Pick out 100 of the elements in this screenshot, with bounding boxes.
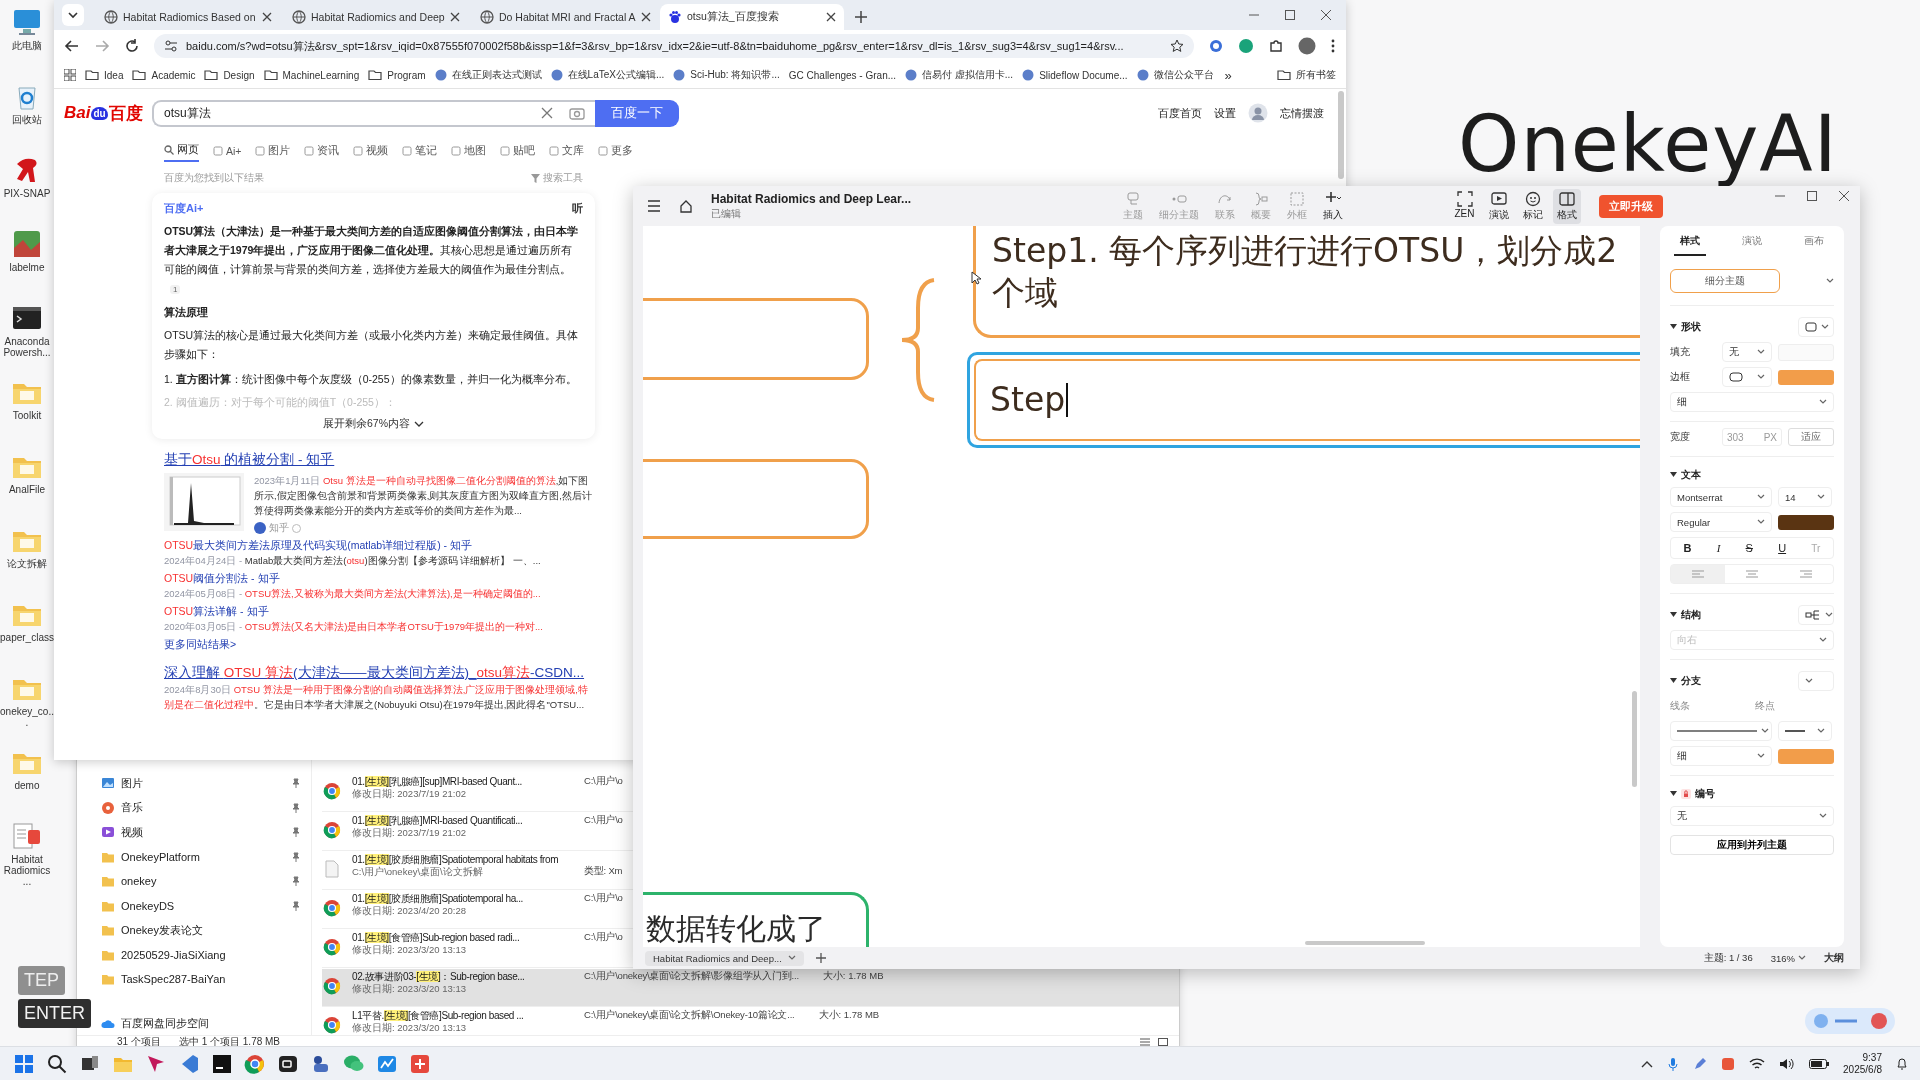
browser-tab[interactable]: otsu算法_百度搜索 <box>660 4 844 30</box>
dropdown[interactable]: 无 <box>1670 806 1834 826</box>
nav-item[interactable]: OnekeyDS <box>101 895 311 916</box>
bookmark[interactable]: Program <box>368 68 426 82</box>
format-button[interactable]: S <box>1741 542 1757 554</box>
search-tab[interactable]: 地图 <box>451 143 487 162</box>
file-row[interactable]: 01.[生境][胶质细胞瘤]Spatiotemporal ha... C:\用户\o 修改日期: 2023/4/20 20:28 <box>322 891 623 918</box>
file-row[interactable]: 01.[生境][乳腺癌][sup]MRI-based Quant... C:\用户\o 修改日期: 2023/7/19 21:02 <box>322 774 623 801</box>
clock[interactable]: 9:37 2025/6/8 <box>1843 1051 1882 1076</box>
outline-button[interactable]: 大纲 <box>1824 951 1844 965</box>
format-button[interactable]: U <box>1774 542 1791 554</box>
section-header[interactable]: 结构 <box>1670 608 1701 622</box>
bookmark[interactable]: GC Challenges - Gran... <box>788 69 897 81</box>
search-tab[interactable]: 更多 <box>598 143 634 162</box>
search-tab[interactable]: 文库 <box>549 143 585 162</box>
file-row[interactable]: L1平替.[生境][食管癌]Sub-region based ... C:\用户\onekey\桌面\论文拆解\Onekey-10篇论文... 大小: 1.78 MB 修改日期: 2023/3/20 13:13 <box>322 1008 880 1035</box>
subresult-title[interactable]: OTSU最大类间方差法原理及代码实现(matlab详细过程版) - 知乎 <box>164 539 595 553</box>
browser-tab[interactable]: Do Habitat MRI and Fractal A <box>472 4 656 30</box>
desktop-icon-label[interactable]: Toolkit <box>0 410 54 421</box>
file-row[interactable]: 01.[生境][食管癌]Sub-region based radi... C:\用户\o 修改日期: 2023/3/20 13:13 <box>322 930 623 957</box>
search-tab[interactable]: 笔记 <box>402 143 438 162</box>
file-row[interactable]: 01.[生境][胶质细胞瘤]Spatiotemporal habitats from C:\用户\onekey\桌面\论文拆解 类型: Xm <box>322 852 623 879</box>
zoom-level[interactable]: 316% <box>1770 952 1806 964</box>
expand-link[interactable]: 展开剩余67%内容 <box>164 417 583 431</box>
section-header[interactable]: 形状 <box>1670 320 1701 334</box>
bookmark[interactable]: 在线LaTeX公式编辑... <box>550 68 665 82</box>
listen-button[interactable]: 听 <box>572 201 583 216</box>
file-row[interactable]: 02.故事进阶03-[生境]：Sub-region base... C:\用户\onekey\桌面\论文拆解\影像组学从入门到... 大小: 1.78 MB 修改日期: 2023/3/20 13:13 <box>322 969 1179 1006</box>
editing-topic-node[interactable]: Step <box>967 352 1640 448</box>
weight-dropdown[interactable]: Regular <box>1670 512 1772 532</box>
bookmark[interactable]: Design <box>204 68 255 82</box>
baidu-logo[interactable]: Bai du 百度 <box>64 101 152 125</box>
format-button[interactable]: B <box>1679 542 1696 554</box>
more-bookmarks[interactable]: » <box>1224 67 1232 83</box>
header-link[interactable]: 百度首页 <box>1158 105 1202 121</box>
bookmark[interactable]: Sci-Hub: 将知识带... <box>673 68 780 82</box>
size-dropdown[interactable]: 14 <box>1778 487 1832 507</box>
search-tab[interactable]: 网页 <box>164 143 199 162</box>
desktop-icon-label[interactable]: demo <box>0 780 54 791</box>
more-results-link[interactable]: 更多同站结果> <box>164 638 595 652</box>
nav-item[interactable]: 音乐 <box>101 797 311 818</box>
browser-tab[interactable]: Habitat Radiomics Based on <box>96 4 280 30</box>
search-tab[interactable]: 资讯 <box>304 143 340 162</box>
desktop-icon-label[interactable]: labelme <box>0 262 54 273</box>
desktop-icon-label[interactable]: 此电脑 <box>0 40 54 51</box>
panel-tab[interactable]: 演说 <box>1736 234 1768 256</box>
topic-node[interactable]: Step1. 每个序列进行进行OTSU，划分成2个域 <box>973 226 1640 338</box>
user-name[interactable]: 忘情摆渡 <box>1280 105 1324 121</box>
subresult-title[interactable]: OTSU阈值分割法 - 知乎 <box>164 572 595 586</box>
subresult-title[interactable]: OTSU算法详解 - 知乎 <box>164 605 595 619</box>
bookmark[interactable]: Slideflow Docume... <box>1022 69 1128 81</box>
desktop-icon-label[interactable]: 论文拆解 <box>0 558 54 569</box>
dropdown[interactable]: 无 <box>1722 342 1772 362</box>
panel-tab[interactable]: 画布 <box>1798 234 1830 256</box>
desktop-icon-label[interactable]: AnalFile <box>0 484 54 495</box>
header-link[interactable]: 设置 <box>1214 105 1236 121</box>
nav-item[interactable]: Onekey发表论文 <box>101 920 311 941</box>
nav-item[interactable]: 20250529-JiaSiXiang <box>101 944 311 965</box>
toolbar-button[interactable]: 格式 <box>1552 188 1581 224</box>
dropdown[interactable]: 细 <box>1670 746 1772 766</box>
search-tab[interactable]: Ai+ <box>213 143 242 162</box>
dropdown[interactable]: 细 <box>1670 392 1834 412</box>
search-button[interactable]: 百度一下 <box>595 99 679 127</box>
nav-item[interactable]: 视频 <box>101 822 311 843</box>
document-tab[interactable]: Habitat Radiomics and Deep... <box>645 950 804 966</box>
bookmark[interactable]: Academic <box>132 68 196 82</box>
upgrade-button[interactable]: 立即升级 <box>1598 194 1663 218</box>
toolbar-button[interactable]: 演说 <box>1484 188 1513 224</box>
topic-style-preset[interactable]: 细分主题 <box>1670 269 1780 293</box>
desktop-icon-label[interactable]: Habitat Radiomics ... <box>0 854 54 887</box>
section-header[interactable]: 编号 <box>1670 787 1715 801</box>
bookmark[interactable]: 微信公众平台 <box>1136 68 1214 82</box>
search-tab[interactable]: 视频 <box>353 143 389 162</box>
nav-item[interactable]: TaskSpec287-BaiYan <box>101 969 311 990</box>
address-bar[interactable]: baidu.com/s?wd=otsu算法&rsv_spt=1&rsv_iqid=0x87555f070002f58b&issp=1&f=3&rsv_bp=1&rsv_idx=2&ie=utf-8&tn=baiduhome_pg&rsv_enter=1&rsv_dl=is_1&rsv_sug3=4&rsv_sug1=4&rsv... <box>154 34 1194 58</box>
nav-item[interactable]: 图片 <box>101 773 311 794</box>
font-dropdown[interactable]: Montserrat <box>1670 487 1772 507</box>
desktop-icon-label[interactable]: paper_class <box>0 632 54 643</box>
fit-button[interactable]: 适应 <box>1788 428 1834 446</box>
toolbar-button[interactable]: ZEN <box>1450 188 1479 224</box>
bookmark[interactable]: 信易付 虚拟信用卡... <box>905 68 1014 82</box>
search-tab[interactable]: 贴吧 <box>500 143 536 162</box>
desktop-icon-label[interactable]: PIX-SNAP <box>0 188 54 199</box>
bookmark[interactable]: MachineLearning <box>263 68 360 82</box>
bookmark[interactable]: 在线正则表达式测试 <box>434 68 542 82</box>
desktop-icon-label[interactable]: Anaconda Powersh... <box>0 336 54 358</box>
search-field[interactable]: otsu算法 <box>152 99 595 127</box>
toolbar-button[interactable]: 插入 <box>1319 188 1347 224</box>
search-tab[interactable]: 图片 <box>255 143 291 162</box>
file-row[interactable]: 01.[生境][乳腺癌]MRI-based Quantificati... C:\用户\o 修改日期: 2023/7/19 21:02 <box>322 813 623 840</box>
desktop-icon-label[interactable]: onekey_co... <box>0 706 54 728</box>
section-header[interactable]: 分支 <box>1670 674 1701 688</box>
apply-button[interactable]: 应用到并列主题 <box>1670 835 1834 855</box>
format-button[interactable]: I <box>1712 542 1725 554</box>
nav-item[interactable]: OnekeyPlatform <box>101 846 311 867</box>
toolbar-button[interactable]: 标记 <box>1518 188 1547 224</box>
panel-tab[interactable]: 样式 <box>1674 234 1706 256</box>
desktop-icon-label[interactable]: 回收站 <box>0 114 54 125</box>
nav-item[interactable]: onekey <box>101 871 311 892</box>
bookmark[interactable]: Idea <box>85 68 124 82</box>
